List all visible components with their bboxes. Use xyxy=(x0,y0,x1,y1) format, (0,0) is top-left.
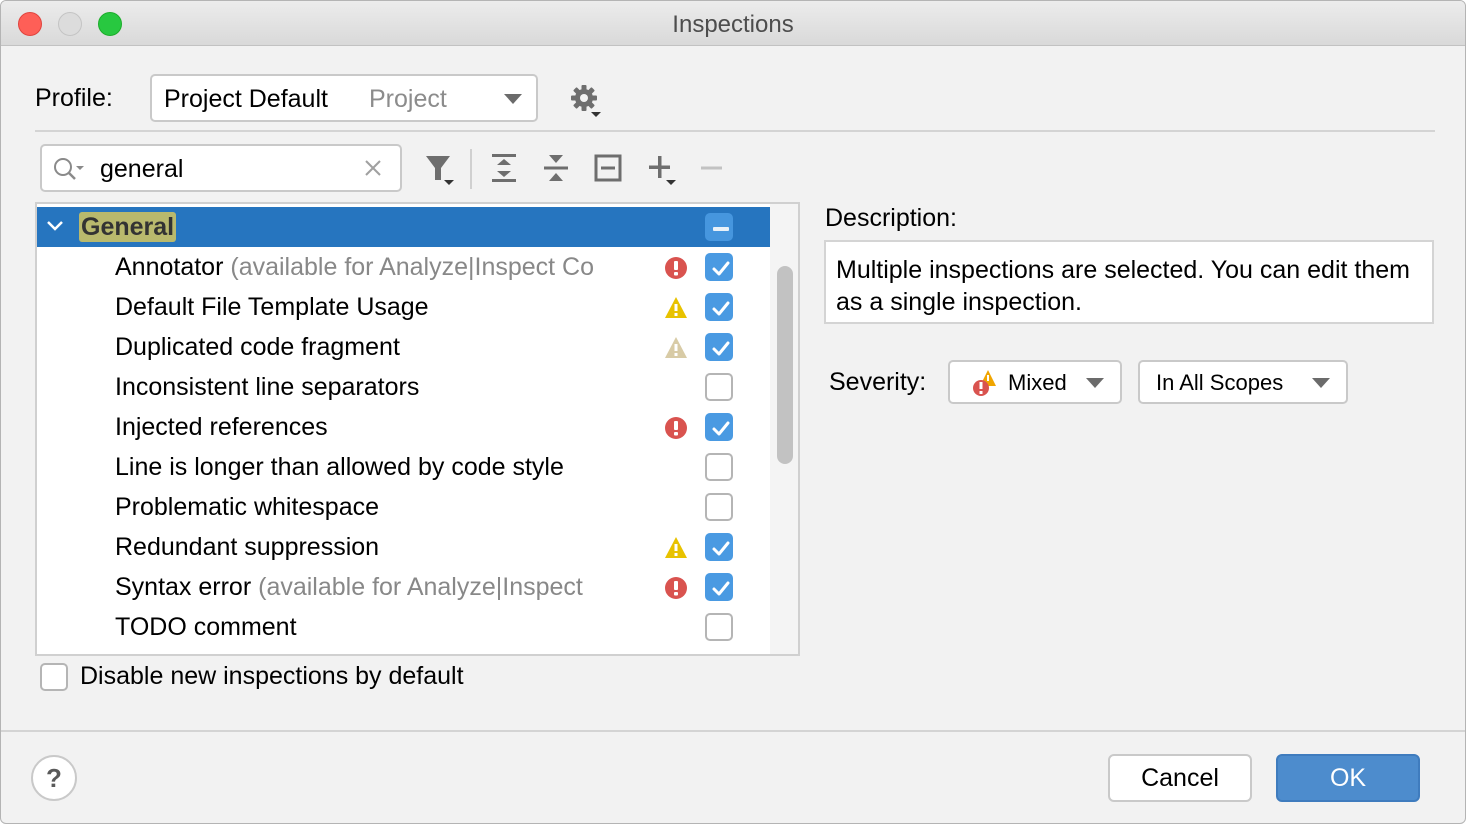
tree-item[interactable]: Line is longer than allowed by code styl… xyxy=(37,447,772,487)
tree-item[interactable]: Redundant suppression xyxy=(37,527,772,567)
inspection-checkbox[interactable] xyxy=(705,333,733,361)
header-divider xyxy=(35,130,1435,132)
tree-item[interactable]: Default File Template Usage xyxy=(37,287,772,327)
disable-new-label[interactable]: Disable new inspections by default xyxy=(80,662,464,691)
title-bar: Inspections xyxy=(1,1,1465,46)
severity-value: Mixed xyxy=(1008,370,1067,395)
toolbar-separator xyxy=(470,149,472,189)
tree-item-label: Duplicated code fragment xyxy=(115,333,655,362)
inspection-name: Duplicated code fragment xyxy=(115,333,400,361)
group-checkbox[interactable] xyxy=(705,213,733,241)
error-icon xyxy=(664,416,688,440)
group-label: General xyxy=(79,212,177,242)
severity-label: Severity: xyxy=(829,368,927,396)
chevron-down-icon[interactable] xyxy=(45,216,65,236)
inspection-name: Problematic whitespace xyxy=(115,493,380,521)
inspection-checkbox[interactable] xyxy=(705,613,733,641)
mixed-severity-icon xyxy=(973,370,996,396)
profile-name: Project Default xyxy=(164,85,328,113)
inspection-checkbox[interactable] xyxy=(705,453,733,481)
inspections-dialog: Inspections Profile: Project Default Pro… xyxy=(0,0,1466,824)
tree-item[interactable]: Duplicated code fragment xyxy=(37,327,772,367)
window-title: Inspections xyxy=(672,11,794,38)
clear-search-icon[interactable] xyxy=(362,157,384,179)
disable-new-checkbox[interactable] xyxy=(40,663,68,691)
inspection-name: Injected references xyxy=(115,413,328,441)
remove-icon xyxy=(701,166,722,170)
tree-item-label: Injected references xyxy=(115,413,655,442)
inspection-name: Default File Template Usage xyxy=(115,293,429,321)
filter-icon[interactable] xyxy=(422,150,458,186)
gear-icon[interactable] xyxy=(567,83,603,119)
chevron-down-icon xyxy=(1086,378,1104,388)
tree-item[interactable]: TODO comment xyxy=(37,607,772,647)
cancel-button[interactable]: Cancel xyxy=(1108,754,1252,802)
inspection-checkbox[interactable] xyxy=(705,533,733,561)
tree-item[interactable]: Injected references xyxy=(37,407,772,447)
weak-warning-icon xyxy=(664,336,688,360)
tree-item[interactable]: Annotator (available for Analyze|Inspect… xyxy=(37,247,772,287)
inspection-name: Syntax error xyxy=(115,573,252,601)
inspection-checkbox[interactable] xyxy=(705,253,733,281)
scope-value: In All Scopes xyxy=(1156,370,1284,395)
tree-item-label: Line is longer than allowed by code styl… xyxy=(115,453,655,482)
warning-icon xyxy=(664,296,688,320)
profile-scope: Project xyxy=(369,85,447,113)
search-input[interactable]: general xyxy=(100,155,183,184)
inspection-checkbox[interactable] xyxy=(705,493,733,521)
ok-button[interactable]: OK xyxy=(1276,754,1420,802)
chevron-down-icon xyxy=(1312,378,1330,388)
tree-item[interactable]: Inconsistent line separators xyxy=(37,367,772,407)
tree-group-general[interactable]: General xyxy=(37,207,772,247)
tree-item-label: Problematic whitespace xyxy=(115,493,655,522)
profile-dropdown[interactable]: Project Default Project xyxy=(150,74,538,122)
tree-item[interactable]: Problematic whitespace xyxy=(37,487,772,527)
inspection-name: Line is longer than allowed by code styl… xyxy=(115,453,564,481)
inspection-checkbox[interactable] xyxy=(705,573,733,601)
tree-scrollbar[interactable] xyxy=(770,204,798,654)
tree-item-label: TODO comment xyxy=(115,613,655,642)
error-icon xyxy=(664,256,688,280)
inspection-name: TODO comment xyxy=(115,613,297,641)
tree-item-label: Redundant suppression xyxy=(115,533,655,562)
chevron-down-icon xyxy=(504,94,522,104)
tree-item[interactable]: Syntax error (available for Analyze|Insp… xyxy=(37,567,772,607)
inspection-tree[interactable]: General Annotator (available for Analyze… xyxy=(35,202,800,656)
expand-all-icon[interactable] xyxy=(486,150,522,186)
footer-divider xyxy=(1,730,1465,732)
inspection-checkbox[interactable] xyxy=(705,293,733,321)
inspection-name: Inconsistent line separators xyxy=(115,373,420,401)
tree-item-label: Inconsistent line separators xyxy=(115,373,655,402)
scrollbar-thumb[interactable] xyxy=(777,266,793,464)
warning-icon xyxy=(664,536,688,560)
tree-item-label: Syntax error (available for Analyze|Insp… xyxy=(115,573,655,602)
inspection-checkbox[interactable] xyxy=(705,373,733,401)
add-icon[interactable] xyxy=(642,150,678,186)
search-field[interactable]: general xyxy=(40,144,402,192)
inspection-hint: (available for Analyze|Inspect Co xyxy=(230,253,595,281)
tree-item-label: Annotator (available for Analyze|Inspect… xyxy=(115,253,655,282)
description-text: Multiple inspections are selected. You c… xyxy=(824,240,1434,324)
inspection-name: Annotator xyxy=(115,253,224,281)
inspection-checkbox[interactable] xyxy=(705,413,733,441)
collapse-all-icon[interactable] xyxy=(538,150,574,186)
scope-dropdown[interactable]: In All Scopes xyxy=(1138,360,1348,404)
severity-dropdown[interactable]: Mixed xyxy=(948,360,1122,404)
tree-item-label: Default File Template Usage xyxy=(115,293,655,322)
reset-icon[interactable] xyxy=(590,150,626,186)
inspection-hint: (available for Analyze|Inspect xyxy=(258,573,583,601)
error-icon xyxy=(664,576,688,600)
inspection-name: Redundant suppression xyxy=(115,533,380,561)
description-label: Description: xyxy=(825,204,957,232)
profile-label: Profile: xyxy=(35,84,113,112)
help-button[interactable]: ? xyxy=(31,755,77,801)
search-icon[interactable] xyxy=(52,155,88,183)
